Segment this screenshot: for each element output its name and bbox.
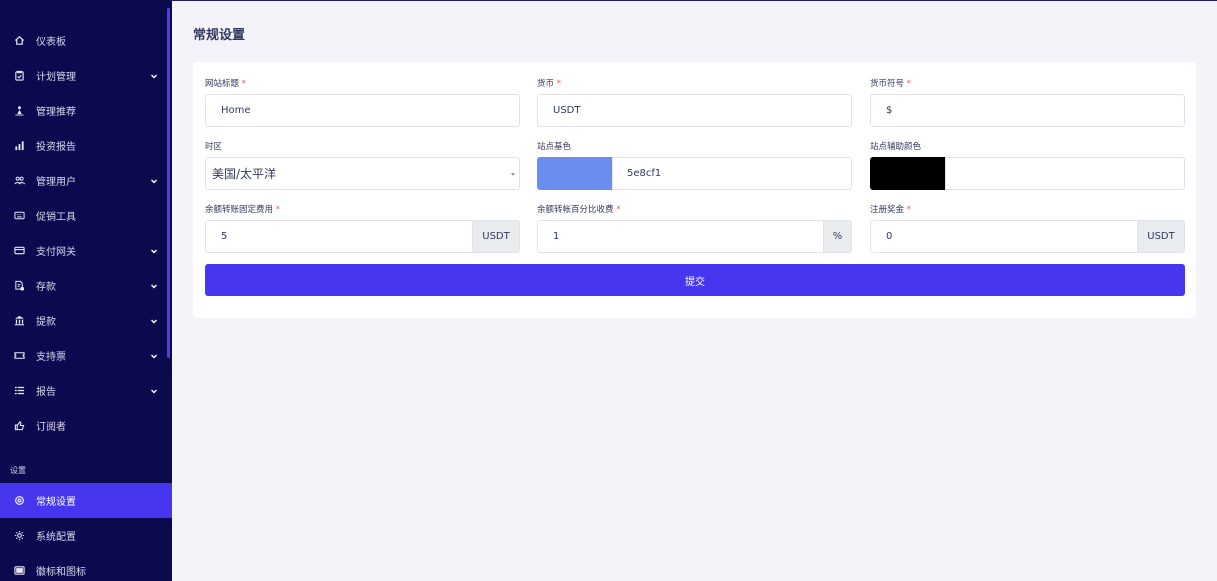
chevron-down-icon <box>151 354 157 359</box>
timezone-select[interactable]: 美国/太平洋 <box>205 157 520 190</box>
base-color-label: 站点基色 <box>537 142 572 152</box>
gear-icon <box>12 529 26 543</box>
users-icon <box>12 174 26 188</box>
sidebar-item-label: 管理用户 <box>36 177 76 188</box>
signup-bonus-label: 注册奖金 * <box>870 205 911 215</box>
currency-symbol-label: 货币符号 * <box>870 79 911 89</box>
currency-input[interactable]: USDT <box>537 94 852 127</box>
sidebar-item-label: 徽标和图标 <box>36 567 86 578</box>
page-title: 常规设置 <box>193 28 246 43</box>
sidebar-item-label: 管理推荐 <box>36 107 76 118</box>
settings-circle-icon <box>12 494 26 508</box>
list-icon <box>12 384 26 398</box>
sidebar-nav: 仪表板 计划管理 管理推荐 投资报告 管理用户 促销工具 支付网关 存款 提款 … <box>0 0 172 443</box>
sidebar-item-withdrawals[interactable]: 提款 <box>0 303 172 338</box>
secondary-color-label: 站点辅助颜色 <box>870 142 922 152</box>
sidebar-item-label: 常规设置 <box>36 497 76 508</box>
sidebar-settings-nav: 常规设置 系统配置 徽标和图标 <box>0 483 172 581</box>
user-tree-icon <box>12 104 26 118</box>
secondary-color-input[interactable] <box>945 157 1185 190</box>
percent-fee-unit: % <box>823 220 852 253</box>
sidebar-item-investment-report[interactable]: 投资报告 <box>0 128 172 163</box>
deposit-icon <box>12 279 26 293</box>
sidebar-item-plans[interactable]: 计划管理 <box>0 58 172 93</box>
sidebar-item-label: 支付网关 <box>36 247 76 258</box>
sidebar-section-settings: 设置 <box>10 466 26 475</box>
sidebar-item-label: 存款 <box>36 282 56 293</box>
percent-fee-label: 余额转帐百分比收费 * <box>537 205 621 215</box>
sidebar-item-support-tickets[interactable]: 支持票 <box>0 338 172 373</box>
sidebar: 仪表板 计划管理 管理推荐 投资报告 管理用户 促销工具 支付网关 存款 提款 … <box>0 0 172 581</box>
sidebar-item-general-settings[interactable]: 常规设置 <box>0 483 172 518</box>
fixed-fee-unit: USDT <box>472 220 520 253</box>
bank-icon <box>12 314 26 328</box>
submit-button[interactable]: 提交 <box>205 264 1185 296</box>
sidebar-item-reports[interactable]: 报告 <box>0 373 172 408</box>
clipboard-icon <box>12 69 26 83</box>
sidebar-item-label: 投资报告 <box>36 142 76 153</box>
site-title-input[interactable]: Home <box>205 94 520 127</box>
top-border <box>172 0 1217 1</box>
fixed-fee-label: 余额转账固定费用 * <box>205 205 280 215</box>
sidebar-item-label: 报告 <box>36 387 56 398</box>
chevron-down-icon <box>151 319 157 324</box>
currency-label: 货币 * <box>537 79 561 89</box>
main-content: 常规设置 网站标题 * Home 货币 * USDT 货币符号 * $ 时区 美… <box>172 0 1217 581</box>
bar-chart-icon <box>12 139 26 153</box>
base-color-input[interactable]: 5e8cf1 <box>612 157 852 190</box>
home-icon <box>12 34 26 48</box>
signup-bonus-unit: USDT <box>1137 220 1185 253</box>
base-color-swatch[interactable] <box>537 157 612 190</box>
chevron-down-icon <box>151 249 157 254</box>
chevron-down-icon <box>151 74 157 79</box>
sidebar-item-users[interactable]: 管理用户 <box>0 163 172 198</box>
percent-fee-input[interactable]: 1 <box>537 220 824 253</box>
sidebar-item-payment-gateways[interactable]: 支付网关 <box>0 233 172 268</box>
sidebar-item-dashboard[interactable]: 仪表板 <box>0 23 172 58</box>
sidebar-item-deposits[interactable]: 存款 <box>0 268 172 303</box>
sidebar-item-label: 计划管理 <box>36 72 76 83</box>
sidebar-item-label: 支持票 <box>36 352 66 363</box>
thumbs-up-icon <box>12 419 26 433</box>
sidebar-item-logo-favicon[interactable]: 徽标和图标 <box>0 553 172 581</box>
sidebar-item-promotion-tools[interactable]: 促销工具 <box>0 198 172 233</box>
sidebar-item-label: 订阅者 <box>36 422 66 433</box>
sidebar-item-subscribers[interactable]: 订阅者 <box>0 408 172 443</box>
credit-card-icon <box>12 244 26 258</box>
site-title-label: 网站标题 * <box>205 79 246 89</box>
timezone-label: 时区 <box>205 142 223 152</box>
chevron-down-icon <box>151 179 157 184</box>
sidebar-item-label: 促销工具 <box>36 212 76 223</box>
secondary-color-swatch[interactable] <box>870 157 945 190</box>
chevron-down-icon <box>151 389 157 394</box>
select-caret-icon <box>511 173 515 176</box>
ticket-icon <box>12 349 26 363</box>
sidebar-item-system-config[interactable]: 系统配置 <box>0 518 172 553</box>
image-icon <box>12 564 26 578</box>
currency-symbol-input[interactable]: $ <box>870 94 1185 127</box>
keyboard-icon <box>12 209 26 223</box>
sidebar-item-label: 系统配置 <box>36 532 76 543</box>
fixed-fee-input[interactable]: 5 <box>205 220 473 253</box>
sidebar-item-label: 仪表板 <box>36 37 66 48</box>
sidebar-item-label: 提款 <box>36 317 56 328</box>
general-settings-card: 网站标题 * Home 货币 * USDT 货币符号 * $ 时区 美国/太平洋… <box>193 62 1196 318</box>
signup-bonus-input[interactable]: 0 <box>870 220 1138 253</box>
sidebar-item-referrals[interactable]: 管理推荐 <box>0 93 172 128</box>
chevron-down-icon <box>151 284 157 289</box>
